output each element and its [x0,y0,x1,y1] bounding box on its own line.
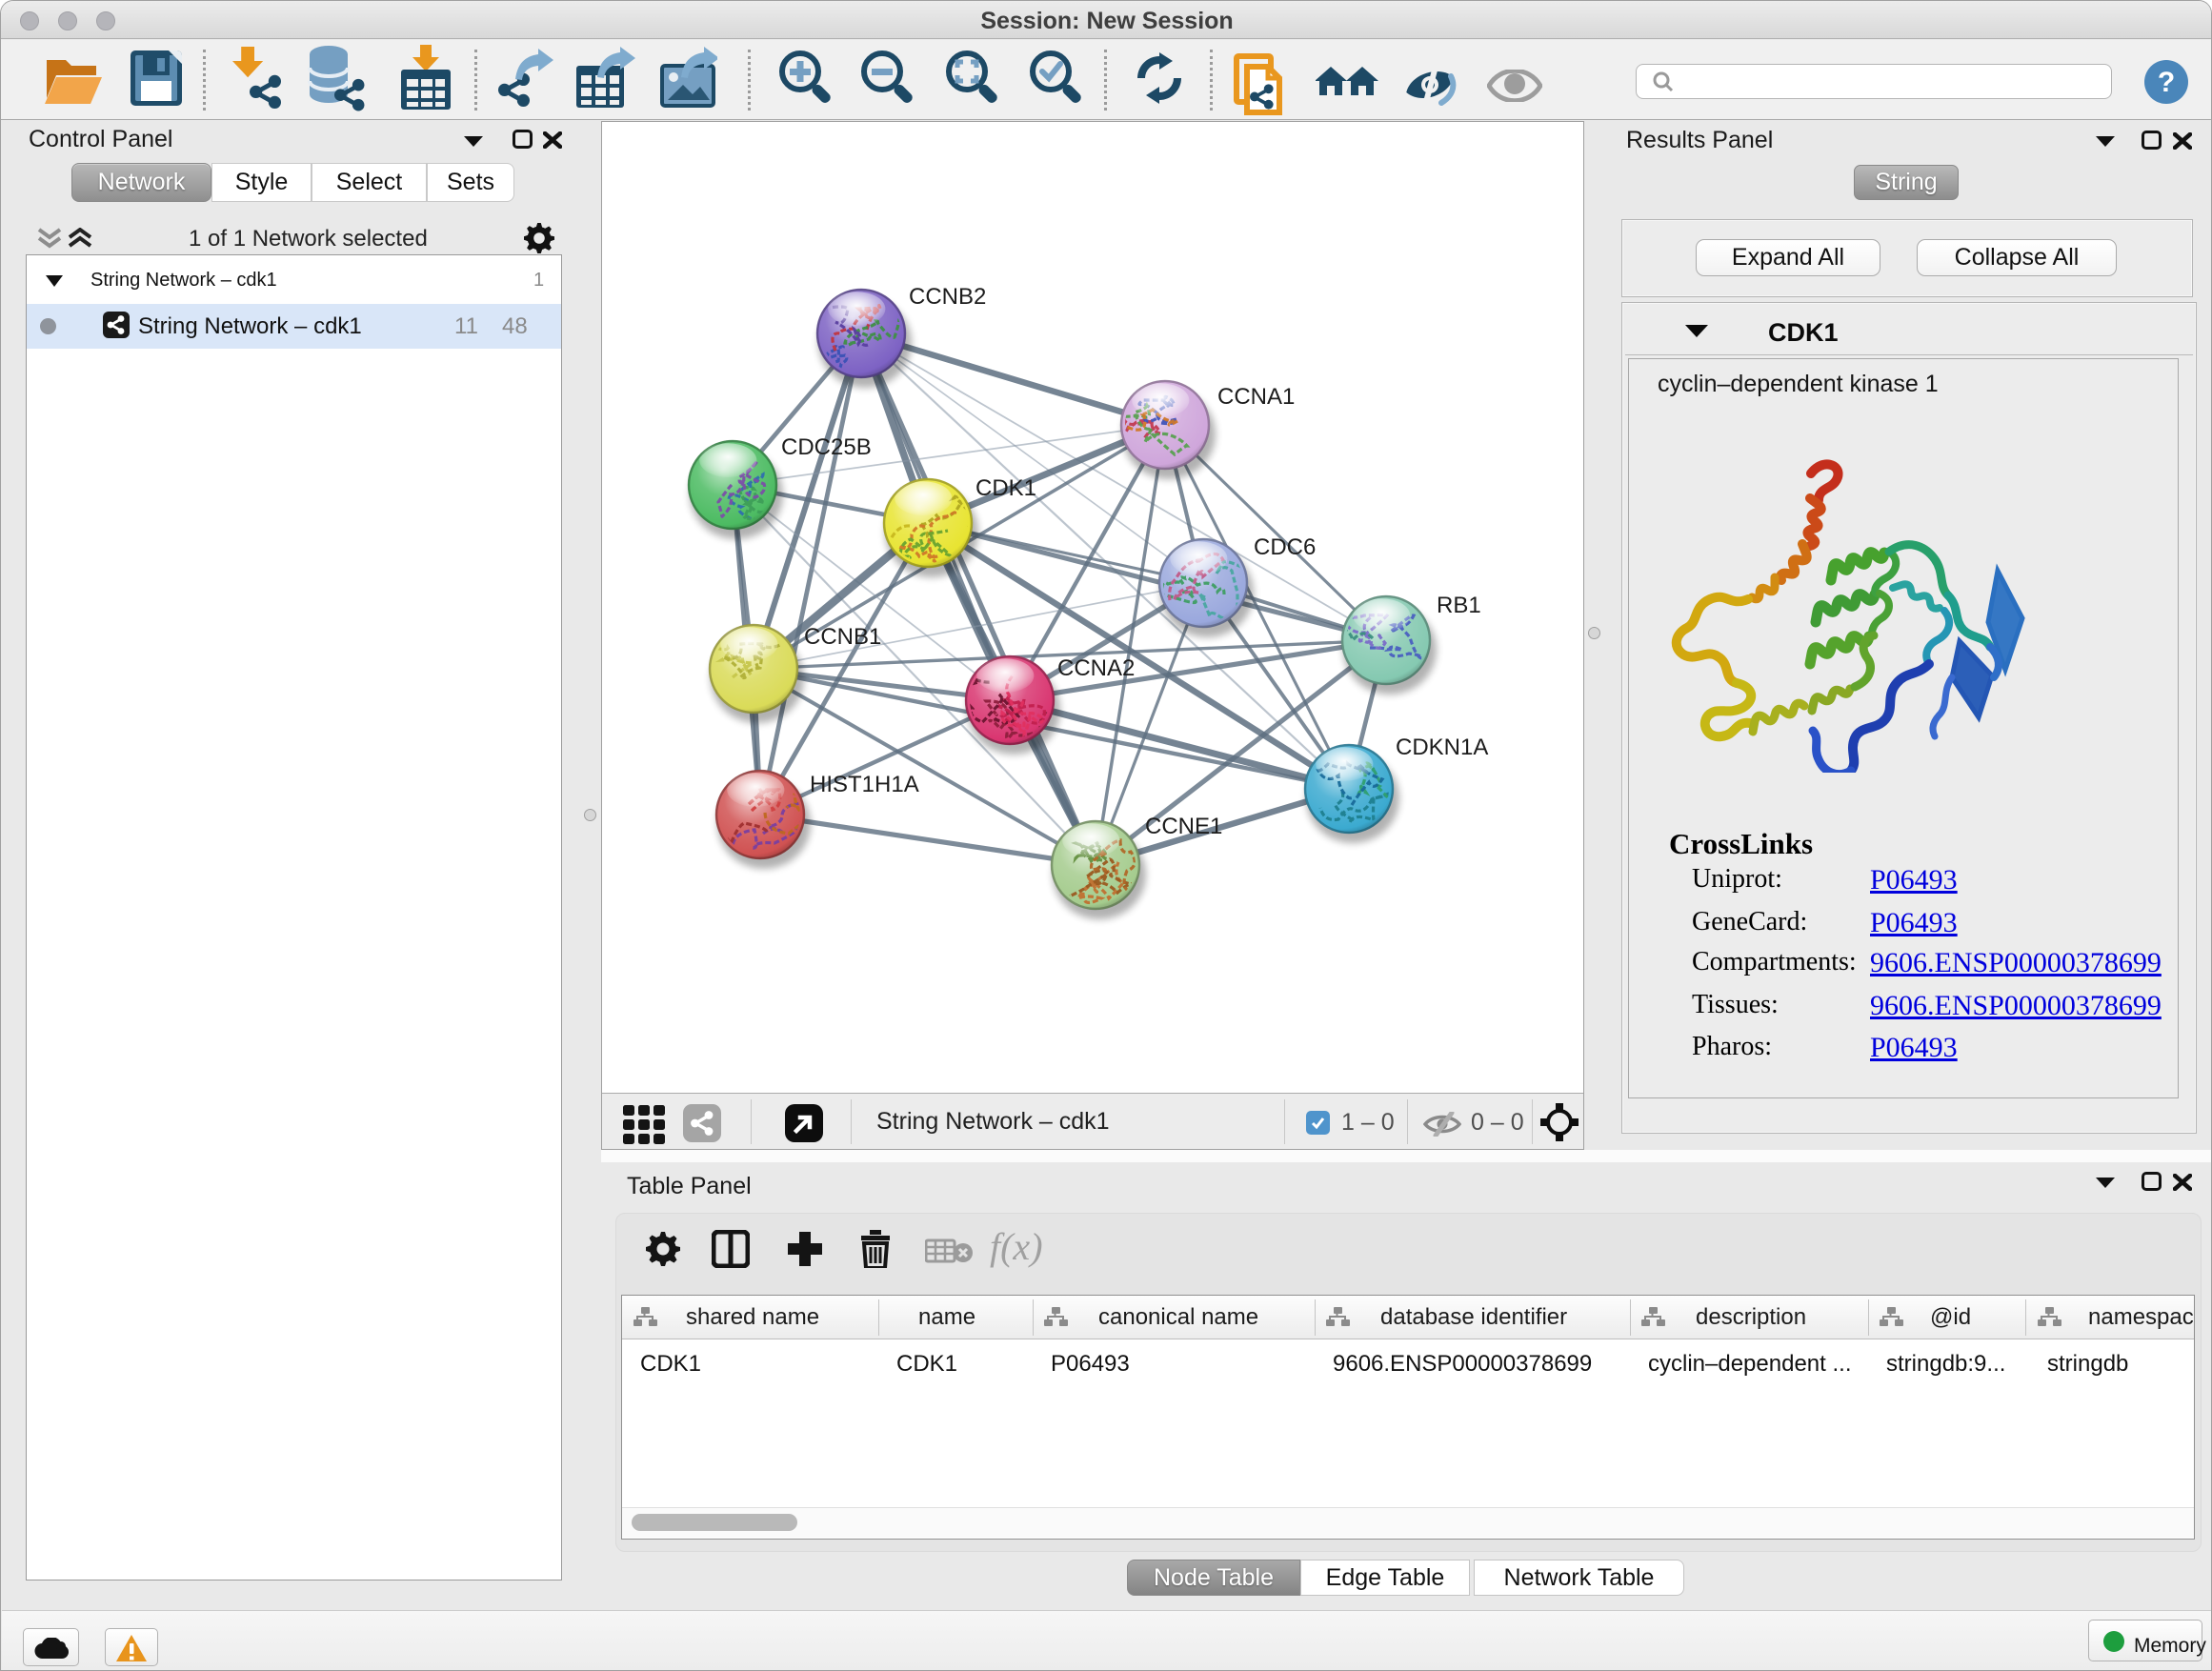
svg-text:CDC25B: CDC25B [781,434,872,460]
svg-text:CDC6: CDC6 [1254,534,1316,560]
svg-text:CDKN1A: CDKN1A [1396,735,1488,760]
svg-text:?: ? [2158,67,2175,98]
svg-text:CCNA2: CCNA2 [1057,655,1135,681]
svg-text:CCNB1: CCNB1 [804,624,881,650]
svg-text:HIST1H1A: HIST1H1A [810,772,919,797]
svg-text:CCNE1: CCNE1 [1145,814,1222,839]
svg-text:CCNB2: CCNB2 [909,284,986,310]
svg-text:CDK1: CDK1 [975,475,1036,501]
svg-text:CCNA1: CCNA1 [1217,384,1295,410]
svg-text:RB1: RB1 [1437,593,1481,618]
